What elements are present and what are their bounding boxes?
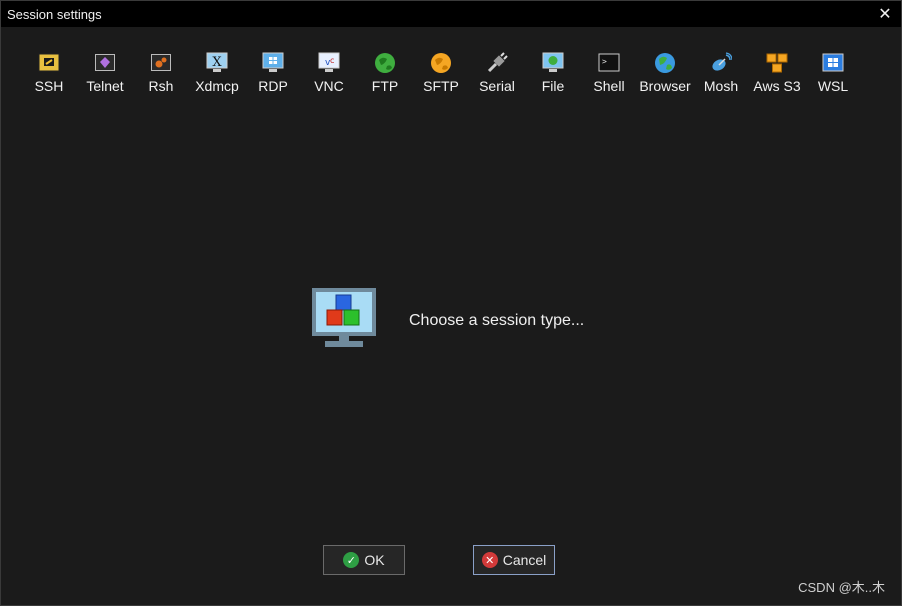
session-type-rsh[interactable]: Rsh bbox=[133, 51, 189, 103]
session-type-placeholder: Choose a session type... bbox=[311, 287, 584, 354]
terminal-icon: > bbox=[597, 51, 621, 75]
telnet-gem-icon bbox=[93, 51, 117, 75]
svg-text:>: > bbox=[602, 57, 607, 66]
session-type-label: Telnet bbox=[86, 78, 124, 94]
cross-icon: ✕ bbox=[481, 552, 498, 568]
session-type-file[interactable]: File bbox=[525, 51, 581, 103]
session-type-label: FTP bbox=[371, 78, 399, 94]
ok-label: OK bbox=[364, 552, 385, 568]
watermark-text: CSDN @木..木 bbox=[798, 580, 885, 595]
session-type-label: Mosh bbox=[703, 78, 739, 94]
session-type-wsl[interactable]: WSL bbox=[805, 51, 861, 103]
windows-logo-icon bbox=[821, 51, 845, 75]
file-monitor-icon bbox=[541, 51, 565, 75]
session-type-shell[interactable]: > Shell bbox=[581, 51, 637, 103]
session-type-vnc[interactable]: vc VNC bbox=[301, 51, 357, 103]
session-type-label: Rsh bbox=[148, 78, 174, 94]
session-type-label: Aws S3 bbox=[753, 78, 801, 94]
session-type-label: VNC bbox=[314, 78, 344, 94]
session-type-label: Shell bbox=[593, 78, 625, 94]
session-type-label: WSL bbox=[817, 78, 849, 94]
close-icon[interactable]: ✕ bbox=[875, 3, 895, 25]
serial-plug-icon bbox=[485, 51, 509, 75]
session-type-sftp[interactable]: SFTP bbox=[413, 51, 469, 103]
session-type-xdmcp[interactable]: X Xdmcp bbox=[189, 51, 245, 103]
session-type-label: Browser bbox=[639, 78, 691, 94]
windows-monitor-icon bbox=[261, 51, 285, 75]
ftp-globe-icon bbox=[373, 51, 397, 75]
session-type-label: Xdmcp bbox=[195, 78, 239, 94]
session-type-aws-s3[interactable]: Aws S3 bbox=[749, 51, 805, 103]
rsh-gears-icon bbox=[149, 51, 173, 75]
svg-text:c: c bbox=[330, 56, 334, 65]
sftp-globe-icon bbox=[429, 51, 453, 75]
browser-globe-icon bbox=[653, 51, 677, 75]
session-type-label: SFTP bbox=[423, 78, 459, 94]
satellite-dish-icon bbox=[709, 51, 733, 75]
choose-session-prompt: Choose a session type... bbox=[409, 311, 585, 329]
session-type-rdp[interactable]: RDP bbox=[245, 51, 301, 103]
session-type-label: File bbox=[541, 78, 565, 94]
session-type-label: SSH bbox=[34, 78, 64, 94]
svg-text:X: X bbox=[212, 55, 222, 70]
x-display-icon: X bbox=[205, 51, 229, 75]
session-type-ftp[interactable]: FTP bbox=[357, 51, 413, 103]
session-type-serial[interactable]: Serial bbox=[469, 51, 525, 103]
vnc-monitor-icon: vc bbox=[317, 51, 341, 75]
check-icon: ✓ bbox=[343, 552, 360, 568]
session-type-bar: SSH Telnet Rsh X Xdmcp RDP v c VNC FTP S… bbox=[21, 51, 861, 103]
session-type-mosh[interactable]: Mosh bbox=[693, 51, 749, 103]
aws-cubes-icon bbox=[765, 51, 789, 75]
session-type-label: Serial bbox=[479, 78, 515, 94]
session-type-ssh[interactable]: SSH bbox=[21, 51, 77, 103]
cancel-label: Cancel bbox=[502, 552, 547, 568]
key-icon bbox=[37, 51, 61, 75]
title-bar: Session settings ✕ bbox=[1, 1, 901, 27]
session-type-browser[interactable]: Browser bbox=[637, 51, 693, 103]
cancel-button[interactable]: ✕ Cancel bbox=[473, 545, 555, 575]
session-settings-window: Session settings ✕ SSH Telnet Rsh X Xdmc… bbox=[0, 0, 902, 606]
cubes-monitor-icon bbox=[311, 287, 377, 354]
session-type-telnet[interactable]: Telnet bbox=[77, 51, 133, 103]
window-title: Session settings bbox=[7, 7, 102, 22]
session-type-label: RDP bbox=[258, 78, 288, 94]
ok-button[interactable]: ✓ OK bbox=[323, 545, 405, 575]
